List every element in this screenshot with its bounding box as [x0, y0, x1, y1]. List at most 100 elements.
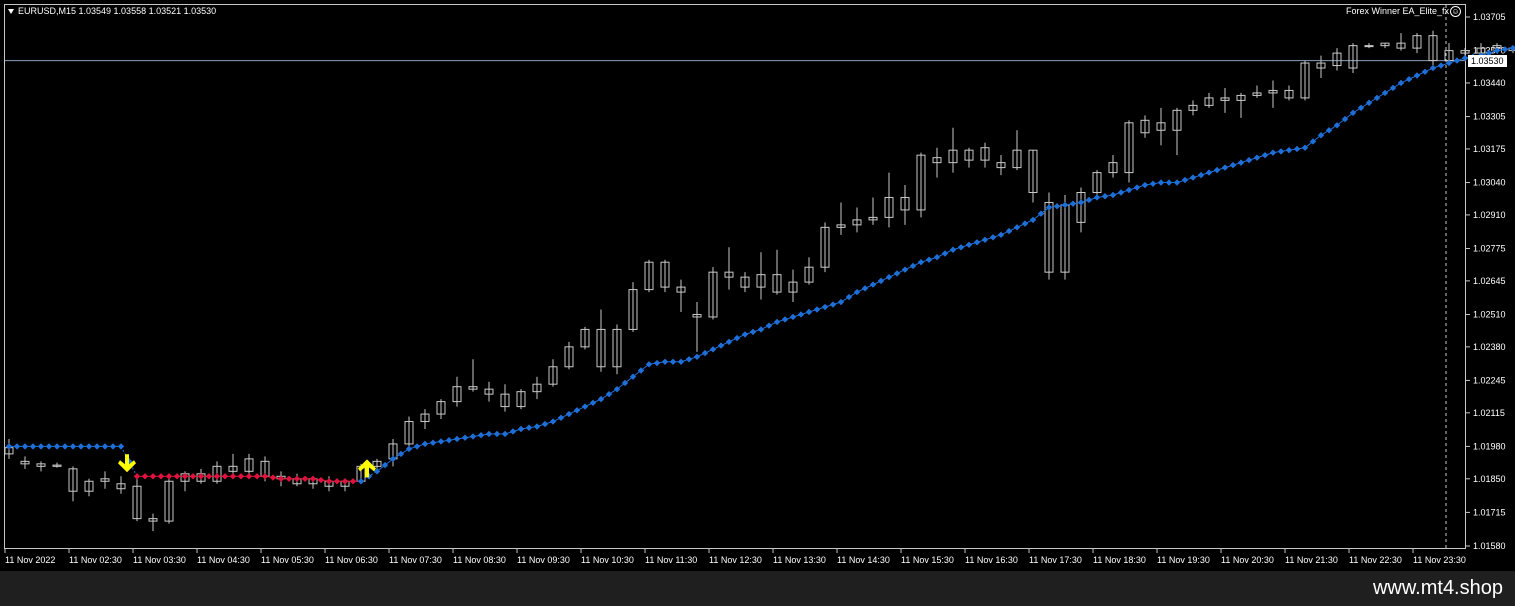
trail-dot	[485, 430, 493, 438]
chart-menu-triangle-icon[interactable]	[8, 9, 14, 14]
time-tick-label: 11 Nov 03:30	[133, 555, 186, 565]
trail-dot	[741, 331, 749, 338]
trail-dot	[421, 440, 429, 448]
trail-dot	[1381, 89, 1389, 97]
price-tick-label: 1.01715	[1473, 507, 1506, 517]
trail-dot	[725, 338, 733, 346]
trail-dot	[1389, 84, 1397, 92]
trail-dot	[325, 478, 333, 485]
trail-dot	[493, 430, 501, 438]
trail-dot	[501, 430, 509, 438]
price-tick-label: 1.02380	[1473, 342, 1506, 352]
trail-dot	[981, 236, 989, 244]
trail-dot	[949, 246, 957, 253]
trail-dot	[237, 473, 245, 480]
trail-dot	[661, 358, 669, 365]
trail-dot	[1453, 57, 1461, 64]
trail-dot	[253, 473, 261, 480]
trail-dot	[21, 443, 29, 450]
price-tick-label: 1.03040	[1473, 178, 1506, 188]
trail-dot	[77, 443, 85, 450]
trail-dot	[557, 414, 565, 421]
trail-dot	[1077, 199, 1085, 206]
price-tick-label: 1.03440	[1473, 78, 1506, 88]
current-price-label: 1.03530	[1468, 54, 1507, 67]
price-tick-label: 1.01580	[1473, 541, 1506, 551]
trail-dot	[53, 443, 61, 450]
time-tick-label: 11 Nov 20:30	[1221, 555, 1274, 565]
trail-dot	[309, 475, 317, 482]
trail-dot	[893, 270, 901, 277]
trail-dot	[349, 478, 357, 485]
time-tick-label: 11 Nov 12:30	[709, 555, 762, 565]
price-tick-label: 1.02775	[1473, 244, 1506, 254]
trail-dot	[1277, 148, 1285, 155]
trail-dot	[293, 475, 301, 482]
trail-dot	[709, 346, 717, 353]
trail-dot	[717, 342, 725, 349]
price-tick-label: 1.02115	[1473, 408, 1505, 418]
trail-dot	[213, 473, 221, 480]
trail-dot	[885, 273, 893, 281]
trail-dot	[653, 359, 661, 367]
price-tick-label: 1.03705	[1473, 12, 1506, 22]
trail-dot	[997, 231, 1005, 239]
time-tick-label: 11 Nov 07:30	[389, 555, 442, 565]
trail-dot	[1157, 179, 1165, 186]
chart-canvas[interactable]: 1.037051.035701.034401.033051.031751.030…	[0, 0, 1515, 571]
trail-dot	[85, 443, 93, 450]
trail-dot	[269, 474, 277, 481]
trail-dot	[845, 293, 853, 301]
trail-dot	[597, 395, 605, 403]
trail-dot	[1133, 184, 1141, 191]
trail-dot	[1053, 202, 1061, 210]
trail-dot	[1405, 76, 1413, 83]
trail-dot	[469, 433, 477, 440]
footer-site-text: www.mt4.shop	[1372, 577, 1503, 599]
time-tick-label: 11 Nov 04:30	[197, 555, 250, 565]
trail-dot	[1205, 169, 1213, 176]
trail-dot	[189, 473, 197, 480]
trail-dot	[861, 285, 869, 292]
trail-dot	[1101, 193, 1109, 200]
trail-dot	[1141, 181, 1149, 189]
time-tick-label: 11 Nov 11:30	[645, 555, 697, 565]
trail-dot	[565, 410, 573, 418]
time-tick-label: 11 Nov 08:30	[453, 555, 506, 565]
price-tick-label: 1.03305	[1473, 112, 1506, 122]
trail-dot	[837, 298, 845, 306]
trail-dot	[765, 322, 773, 329]
time-tick-label: 11 Nov 10:30	[581, 555, 634, 565]
trail-dot	[685, 356, 693, 363]
trail-dot	[61, 443, 69, 450]
trail-dot	[933, 254, 941, 261]
trail-dot	[357, 478, 365, 485]
trail-dot	[261, 473, 269, 480]
trail-dot	[165, 473, 173, 480]
trail-dot	[141, 473, 149, 480]
expert-advisor-name: Forex Winner EA_Elite_fx	[1345, 6, 1449, 16]
trail-dot	[453, 435, 461, 443]
trail-dot	[1109, 191, 1117, 199]
chart-window[interactable]: 1.037051.035701.034401.033051.031751.030…	[0, 0, 1515, 571]
trail-dot	[69, 443, 77, 450]
sell-arrow-icon	[118, 454, 136, 473]
trail-dot	[877, 277, 885, 285]
trail-dot	[749, 328, 757, 336]
trail-dot	[45, 443, 53, 450]
time-tick-label: 11 Nov 21:30	[1285, 555, 1338, 565]
trail-dot	[1357, 104, 1365, 112]
trail-dot	[605, 390, 613, 398]
trail-dot	[29, 443, 37, 450]
time-tick-label: 11 Nov 16:30	[965, 555, 1018, 565]
trail-dot	[13, 443, 21, 450]
trail-dot	[773, 318, 781, 326]
time-tick-label: 11 Nov 06:30	[325, 555, 378, 565]
trail-dot	[693, 353, 701, 361]
smiley-icon[interactable]: ☺	[1450, 6, 1461, 17]
trail-dot	[1237, 159, 1245, 166]
trail-dot	[1061, 201, 1069, 209]
time-tick-label: 11 Nov 13:30	[773, 555, 826, 565]
footer-bar: www.mt4.shop	[0, 571, 1515, 606]
trail-dot	[117, 443, 125, 450]
